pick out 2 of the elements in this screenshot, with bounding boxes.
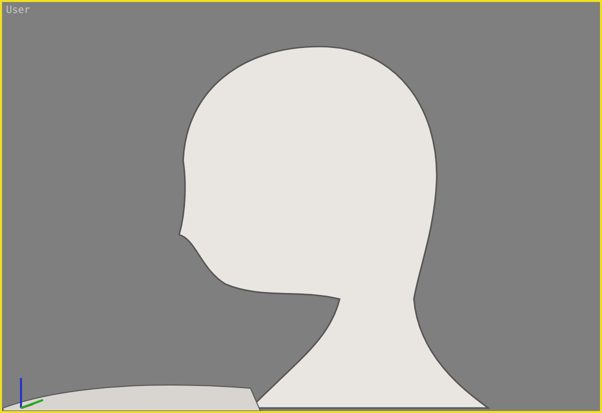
viewport[interactable]: User bbox=[0, 0, 602, 413]
viewport-label[interactable]: User bbox=[6, 5, 30, 16]
